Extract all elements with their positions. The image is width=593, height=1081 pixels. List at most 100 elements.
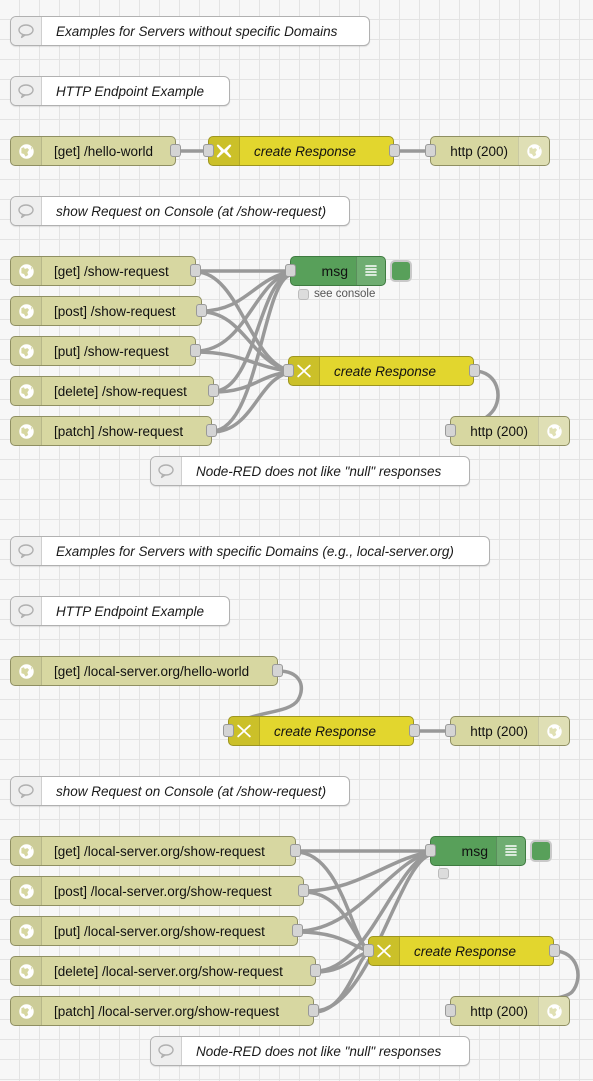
comment-icon — [151, 457, 182, 485]
input-port[interactable] — [445, 1004, 456, 1017]
input-port[interactable] — [425, 844, 436, 857]
input-port[interactable] — [445, 424, 456, 437]
output-port[interactable] — [298, 884, 309, 897]
input-port[interactable] — [283, 364, 294, 377]
debug-toggle-button[interactable] — [530, 840, 552, 862]
output-port[interactable] — [208, 384, 219, 397]
comment-label: show Request on Console (at /show-reques… — [56, 203, 327, 219]
output-port[interactable] — [469, 364, 480, 377]
output-port[interactable] — [190, 264, 201, 277]
wire — [194, 350, 290, 373]
comment-label: HTTP Endpoint Example — [56, 83, 205, 99]
input-port[interactable] — [203, 144, 214, 157]
http-in-node[interactable]: [patch] /local-server.org/show-request — [10, 996, 314, 1026]
http-in-label: [patch] /local-server.org/show-request — [54, 1003, 280, 1019]
http-in-node[interactable]: [get] /show-request — [10, 256, 196, 286]
comment-node[interactable]: show Request on Console (at /show-reques… — [10, 196, 350, 226]
http-response-node[interactable]: http (200) — [450, 416, 570, 446]
comment-label: HTTP Endpoint Example — [56, 603, 205, 619]
http-in-label: [get] /local-server.org/show-request — [54, 843, 265, 859]
globe-icon — [11, 957, 42, 985]
comment-label: Node-RED does not like "null" responses — [196, 463, 442, 479]
output-port[interactable] — [409, 724, 420, 737]
http-in-label: [put] /show-request — [54, 343, 169, 359]
output-port[interactable] — [308, 1004, 319, 1017]
change-node-label: create Response — [274, 723, 377, 739]
comment-icon — [11, 77, 42, 105]
http-in-label: [put] /local-server.org/show-request — [54, 923, 265, 939]
debug-toggle-button[interactable] — [390, 260, 412, 282]
http-response-label: http (200) — [470, 723, 528, 739]
http-response-label: http (200) — [450, 143, 508, 159]
http-response-node[interactable]: http (200) — [450, 716, 570, 746]
http-in-label: [get] /hello-world — [54, 143, 154, 159]
comment-node[interactable]: Examples for Servers with specific Domai… — [10, 536, 490, 566]
wire — [194, 271, 292, 353]
input-port[interactable] — [223, 724, 234, 737]
wire — [212, 370, 290, 394]
output-port[interactable] — [272, 664, 283, 677]
output-port[interactable] — [310, 964, 321, 977]
output-port[interactable] — [290, 844, 301, 857]
input-port[interactable] — [425, 144, 436, 157]
status-dot — [298, 288, 309, 300]
http-in-node[interactable]: [get] /local-server.org/show-request — [10, 836, 296, 866]
http-in-label: [get] /local-server.org/hello-world — [54, 663, 250, 679]
output-port[interactable] — [292, 924, 303, 937]
http-response-label: http (200) — [470, 423, 528, 439]
comment-node[interactable]: Node-RED does not like "null" responses — [150, 456, 470, 486]
http-response-label: http (200) — [470, 1003, 528, 1019]
wire — [314, 950, 370, 974]
comment-node[interactable]: HTTP Endpoint Example — [10, 76, 230, 106]
output-port[interactable] — [170, 144, 181, 157]
input-port[interactable] — [363, 944, 374, 957]
debug-node[interactable]: msg — [430, 836, 526, 866]
output-port[interactable] — [389, 144, 400, 157]
comment-node[interactable]: HTTP Endpoint Example — [10, 596, 230, 626]
wire — [296, 930, 370, 953]
http-in-node[interactable]: [put] /show-request — [10, 336, 196, 366]
output-port[interactable] — [196, 304, 207, 317]
comment-icon — [11, 777, 42, 805]
output-port[interactable] — [206, 424, 217, 437]
comment-icon — [11, 597, 42, 625]
http-response-node[interactable]: http (200) — [430, 136, 550, 166]
globe-icon — [11, 997, 42, 1025]
input-port[interactable] — [285, 264, 296, 277]
output-port[interactable] — [549, 944, 560, 957]
output-port[interactable] — [190, 344, 201, 357]
comment-node[interactable]: show Request on Console (at /show-reques… — [10, 776, 350, 806]
comment-node[interactable]: Examples for Servers without specific Do… — [10, 16, 370, 46]
wire — [210, 273, 292, 433]
wire — [194, 270, 290, 372]
http-in-label: [post] /local-server.org/show-request — [54, 883, 272, 899]
comment-icon — [11, 17, 42, 45]
change-node[interactable]: create Response — [208, 136, 394, 166]
input-port[interactable] — [445, 724, 456, 737]
http-in-node[interactable]: [put] /local-server.org/show-request — [10, 916, 298, 946]
comment-label: Node-RED does not like "null" responses — [196, 1043, 442, 1059]
globe-icon — [11, 837, 42, 865]
wire — [296, 851, 432, 933]
http-in-node[interactable]: [get] /local-server.org/hello-world — [10, 656, 278, 686]
http-in-node[interactable]: [post] /show-request — [10, 296, 202, 326]
http-in-node[interactable]: [get] /hello-world — [10, 136, 176, 166]
change-node[interactable]: create Response — [368, 936, 554, 966]
http-in-node[interactable]: [delete] /local-server.org/show-request — [10, 956, 316, 986]
comment-icon — [11, 537, 42, 565]
globe-icon — [11, 877, 42, 905]
comment-node[interactable]: Node-RED does not like "null" responses — [150, 1036, 470, 1066]
http-in-node[interactable]: [delete] /show-request — [10, 376, 214, 406]
globe-icon — [11, 297, 42, 325]
http-in-node[interactable]: [patch] /show-request — [10, 416, 212, 446]
debug-list-icon — [356, 257, 385, 285]
debug-status: see console — [298, 288, 375, 300]
http-response-node[interactable]: http (200) — [450, 996, 570, 1026]
http-in-node[interactable]: [post] /local-server.org/show-request — [10, 876, 304, 906]
change-node[interactable]: create Response — [228, 716, 414, 746]
wire — [212, 272, 292, 393]
debug-list-icon — [496, 837, 525, 865]
debug-node[interactable]: msg — [290, 256, 386, 286]
change-node[interactable]: create Response — [288, 356, 474, 386]
flow-canvas[interactable]: Examples for Servers without specific Do… — [0, 0, 593, 1081]
